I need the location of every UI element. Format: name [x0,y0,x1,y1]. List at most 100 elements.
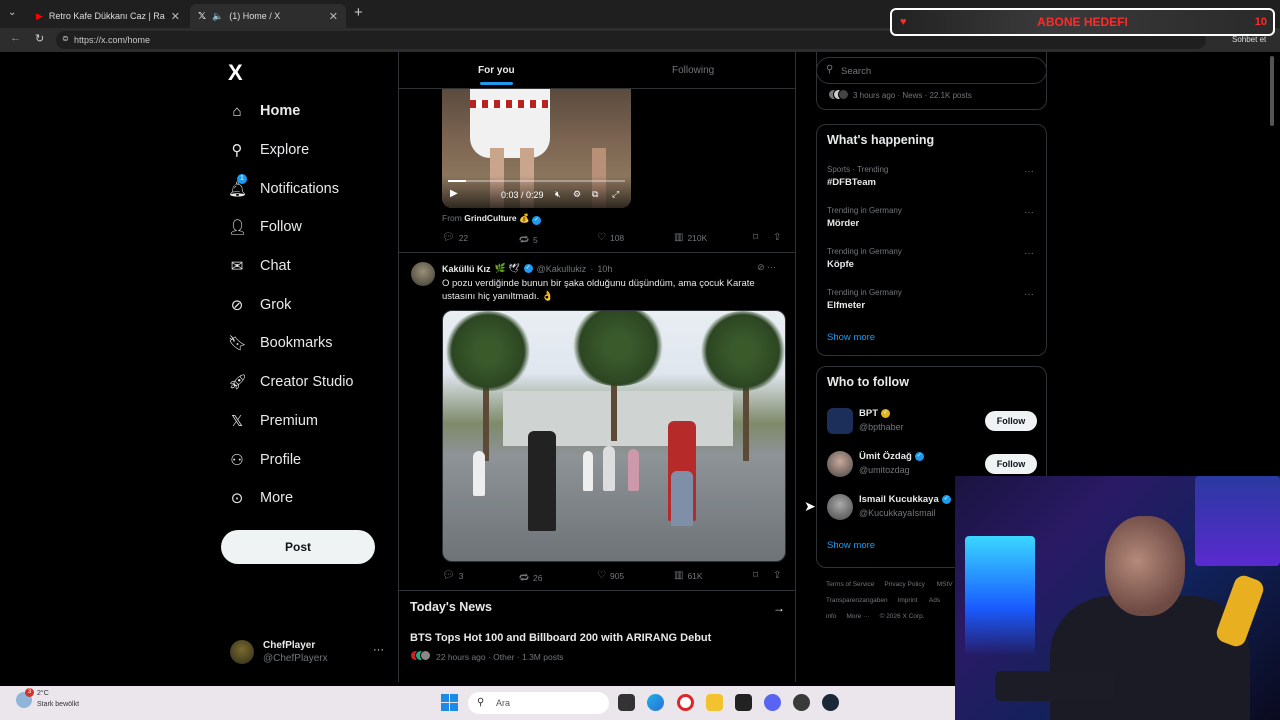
site-info-icon[interactable]: ⊜ [62,34,69,43]
account-handle: @bpthaber [859,422,904,432]
scrollbar[interactable] [1268,52,1276,482]
bookmark-button[interactable]: ⌑ [753,232,758,243]
tweet-time[interactable]: 10h [597,264,612,274]
nav-explore[interactable]: ⚲ Explore [228,131,398,170]
nav-follow[interactable]: 👤︎ Follow [228,208,398,247]
more-dots-icon[interactable]: ··· [1024,207,1034,218]
video-frame [671,471,693,526]
play-icon[interactable]: ▶ [450,188,458,199]
footer-link[interactable]: More ··· [846,613,869,620]
nav-premium[interactable]: 𝕏 Premium [228,402,398,441]
repost-button[interactable]: 🔁︎ 5 [519,232,538,247]
share-button[interactable]: ⇪ [773,232,781,243]
share-button[interactable]: ⇪ [773,570,781,581]
post-button[interactable]: Post [221,530,375,564]
folder-icon[interactable] [706,694,723,711]
arrow-right-icon[interactable]: → [773,601,785,615]
author-handle[interactable]: @Kakullukiz [537,264,587,274]
like-button[interactable]: ♡ 108 [597,232,624,243]
show-more-link[interactable]: Show more [827,332,875,343]
footer-link[interactable]: Imprint [898,597,918,604]
video-player[interactable]: ▶ 0:03 / 0:29 🔇︎ ⚙ ⧉ ⤢ [442,88,631,208]
like-button[interactable]: ♡ 905 [597,570,624,581]
picture-in-picture-icon[interactable]: ⧉ [592,189,598,200]
reply-button[interactable]: 💬︎ 3 [442,570,463,581]
steam-icon[interactable] [822,694,839,711]
video-player[interactable] [442,310,786,562]
follow-button[interactable]: Follow [985,411,1037,431]
repost-button[interactable]: 🔁︎ 26 [519,570,542,585]
show-more-link[interactable]: Show more [827,540,875,551]
more-dots-icon[interactable]: ··· [1024,248,1034,259]
more-dots-icon[interactable]: ··· [1024,289,1034,300]
follow-suggestion-name[interactable]: BPT ✓ [859,408,890,419]
trend-name[interactable]: Köpfe [827,259,854,270]
task-view-icon[interactable] [618,694,635,711]
account-switcher[interactable]: ChefPlayer @ChefPlayerx ··· [230,638,390,668]
author-name[interactable]: Kaküllü Kız [442,264,491,274]
grok-and-more-icons[interactable]: ⊘ ··· [757,262,776,273]
avatar[interactable] [827,494,853,520]
video-progress-bar[interactable] [448,180,625,182]
panel-title: What's happening [827,133,935,147]
fullscreen-icon[interactable]: ⤢ [612,189,619,200]
trend-name[interactable]: Mörder [827,218,859,229]
nav-grok[interactable]: ⊘ Grok [228,285,398,324]
tab-following[interactable]: Following [672,65,714,76]
follow-suggestion-name[interactable]: Ümit Özdağ ✓ [859,451,924,462]
x-icon: 𝕏 [198,10,207,22]
more-dots-icon[interactable]: ··· [373,644,384,656]
new-tab-icon[interactable]: + [354,4,363,21]
close-tab-icon[interactable]: ✕ [171,10,180,23]
nav-home[interactable]: ⌂ Home [228,92,398,131]
nav-creator-studio[interactable]: 🚀︎ Creator Studio [228,363,398,402]
from-name[interactable]: GrindCulture [464,213,516,223]
mute-icon[interactable]: 🔇︎ [555,189,561,200]
follow-suggestion-name[interactable]: Ismail Kucukkaya ✓ [859,494,951,505]
windows-start-icon[interactable] [441,694,458,711]
close-tab-icon[interactable]: ✕ [329,10,338,23]
tab-x[interactable]: 𝕏 🔈 (1) Home / X ✕ [190,4,346,28]
views-button[interactable]: ▥ 210K [674,232,707,243]
profile-label[interactable]: Sohbet et [1232,35,1266,44]
footer-link[interactable]: Terms of Service [826,581,874,588]
video-frame [473,451,485,496]
opera-icon[interactable] [677,694,694,711]
app-icon[interactable] [793,694,810,711]
nav-bookmarks[interactable]: 🔖︎ Bookmarks [228,324,398,363]
settings-gear-icon[interactable]: ⚙ [573,189,581,200]
nav-more[interactable]: ⊙ More [228,479,398,518]
news-headline[interactable]: BTS Tops Hot 100 and Billboard 200 with … [410,632,711,644]
nav-profile[interactable]: ⚇ Profile [228,440,398,479]
reload-icon[interactable]: ↻ [35,32,44,45]
avatar-stack [410,650,431,663]
news-meta: 3 hours ago · News · 22.1K posts [828,89,972,102]
edge-icon[interactable] [647,694,664,711]
back-icon[interactable]: ← [10,32,21,44]
more-dots-icon[interactable]: ··· [1024,166,1034,177]
avatar[interactable] [411,262,435,286]
taskbar-search[interactable]: ⚲ Ara [468,692,609,714]
trend-name[interactable]: #DFBTeam [827,177,876,188]
nav-chat[interactable]: ✉ Chat [228,247,398,286]
x-logo[interactable]: X [228,60,243,86]
speaker-icon[interactable]: 🔈 [212,11,223,22]
avatar[interactable] [827,451,853,477]
discord-icon[interactable] [764,694,781,711]
tab-list-icon[interactable]: ⌄ [8,7,16,18]
tab-for-you[interactable]: For you [478,65,515,85]
search-input[interactable]: ⚲ Search [816,57,1047,84]
reply-button[interactable]: 💬︎ 22 [442,232,468,243]
bookmark-button[interactable]: ⌑ [753,570,758,581]
todays-news-title[interactable]: Today's News [410,600,492,614]
views-button[interactable]: ▥ 61K [674,570,703,581]
tab-youtube[interactable]: ▶ Retro Kafe Dükkanı Caz | Rahat Bi ✕ [28,4,188,28]
video-attribution: From GrindCulture 💰 ✓ [442,213,541,225]
terminal-icon[interactable] [735,694,752,711]
footer-link[interactable]: Privacy Policy [884,581,924,588]
avatar[interactable] [827,408,853,434]
trend-name[interactable]: Elfmeter [827,300,865,311]
follow-button[interactable]: Follow [985,454,1037,474]
search-placeholder: Ara [496,698,511,708]
nav-notifications[interactable]: 🔔︎ 1 Notifications [228,169,398,208]
